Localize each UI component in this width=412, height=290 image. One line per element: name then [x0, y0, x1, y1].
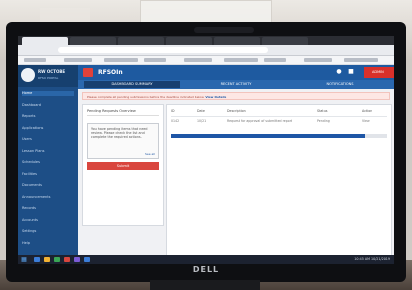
browser-tab[interactable] — [118, 37, 164, 45]
sidebar-item[interactable]: Records — [22, 206, 74, 211]
sidebar-item[interactable]: Reports — [22, 114, 74, 119]
sidebar: RW OCTOBE RFSO PORTAL Home Dashboard Repor… — [18, 65, 78, 255]
subnav-tab[interactable]: DASHBOARD SUMMARY — [84, 81, 180, 88]
sidebar-item[interactable]: Users — [22, 137, 74, 142]
address-bar — [18, 45, 394, 56]
browser-tab[interactable] — [262, 37, 308, 45]
table-cell[interactable]: View — [362, 119, 370, 123]
column-header: ID — [171, 109, 175, 113]
progress-fill — [171, 134, 366, 138]
sidebar-item[interactable]: Lesson Plans — [22, 149, 74, 154]
taskbar-app-icon[interactable] — [64, 257, 70, 262]
subnav-tab[interactable]: RECENT ACTIVITY — [188, 81, 284, 88]
browser-tab[interactable] — [22, 37, 68, 45]
table-cell: 10/21 — [197, 119, 207, 123]
org-logo — [21, 68, 35, 82]
header-divider — [171, 116, 387, 117]
webcam — [194, 27, 254, 33]
bookmark-item[interactable] — [304, 58, 332, 62]
bookmark-item[interactable] — [184, 58, 212, 62]
menu-toggle-button[interactable] — [83, 68, 93, 77]
bookmark-item[interactable] — [104, 58, 138, 62]
browser-tab[interactable] — [166, 37, 212, 45]
org-subtitle: RFSO PORTAL — [38, 76, 59, 80]
column-header: Description — [227, 109, 246, 113]
taskbar: ▦ 10:45 AM 10/21/2019 — [18, 255, 394, 264]
table-cell: 0142 — [171, 119, 180, 123]
column-header: Status — [317, 109, 328, 113]
bookmark-item[interactable] — [24, 58, 46, 62]
bell-icon[interactable]: ● — [336, 69, 342, 75]
url-field[interactable] — [58, 47, 268, 53]
notice-banner: Please complete all pending submissions … — [82, 92, 390, 100]
subnav-tab[interactable]: NOTIFICATIONS — [292, 81, 388, 88]
bookmark-item[interactable] — [144, 58, 166, 62]
user-name: ADMIN — [372, 70, 384, 74]
table-cell: Request for approval of submitted report — [227, 119, 293, 123]
monitor-screen: RW OCTOBE RFSO PORTAL Home Dashboard Repor… — [18, 36, 394, 264]
column-header: Date — [197, 109, 205, 113]
sidebar-item[interactable]: Applications — [22, 126, 74, 131]
column-header: Action — [362, 109, 373, 113]
requests-panel: Pending Requests Overview You have pendi… — [82, 104, 164, 226]
start-icon[interactable]: ▦ — [20, 256, 28, 263]
sidebar-item[interactable]: Home — [22, 91, 74, 96]
bookmarks-bar — [18, 56, 394, 65]
submit-button[interactable]: Submit — [87, 162, 159, 170]
taskbar-app-icon[interactable] — [34, 257, 40, 262]
alert-box: You have pending items that need review.… — [87, 123, 159, 159]
app-title: RFSOIn — [98, 69, 123, 76]
taskbar-app-icon[interactable] — [54, 257, 60, 262]
browser-tab[interactable] — [214, 37, 260, 45]
notice-link[interactable]: View Details — [205, 95, 226, 99]
browser-tab[interactable] — [70, 37, 116, 45]
user-menu[interactable]: ADMIN — [364, 67, 394, 78]
bookmark-item[interactable] — [264, 58, 286, 62]
bookmark-item[interactable] — [224, 58, 258, 62]
notice-text: Please complete all pending submissions … — [87, 95, 205, 99]
monitor-brand: DELL — [192, 265, 220, 274]
taskbar-app-icon[interactable] — [84, 257, 90, 262]
org-name: RW OCTOBE — [38, 69, 66, 74]
sidebar-item[interactable]: Settings — [22, 229, 74, 234]
sidebar-item[interactable]: Schedules — [22, 160, 74, 165]
records-table: ID Date Description Status Action 0142 10/21 Re… — [166, 104, 392, 256]
browser-tab-strip — [18, 36, 394, 45]
bookmark-item[interactable] — [64, 58, 92, 62]
sidebar-item[interactable]: Documents — [22, 183, 74, 188]
sidebar-item[interactable]: Announcements — [22, 195, 74, 200]
table-cell: Pending — [317, 119, 330, 123]
sidebar-item[interactable]: Dashboard — [22, 103, 74, 108]
grid-icon[interactable]: ■ — [348, 69, 354, 75]
subnav: DASHBOARD SUMMARY RECENT ACTIVITY NOTIFICA… — [78, 80, 394, 89]
app-header: RFSOIn ● ■ ADMIN — [78, 65, 394, 80]
sidebar-header: RW OCTOBE RFSO PORTAL — [18, 65, 78, 87]
taskbar-app-icon[interactable] — [44, 257, 50, 262]
sidebar-item[interactable]: Accounts — [22, 218, 74, 223]
progress-bar — [171, 134, 387, 138]
bookmark-item[interactable] — [344, 58, 378, 62]
sidebar-item[interactable]: Help — [22, 241, 74, 246]
see-all-link[interactable]: See all — [145, 152, 155, 156]
panel-title: Pending Requests Overview — [87, 109, 159, 116]
taskbar-app-icon[interactable] — [74, 257, 80, 262]
monitor-stand — [150, 280, 260, 290]
system-clock: 10:45 AM 10/21/2019 — [354, 257, 390, 261]
alert-text: You have pending items that need review.… — [91, 127, 148, 140]
sidebar-item[interactable]: Facilities — [22, 172, 74, 177]
